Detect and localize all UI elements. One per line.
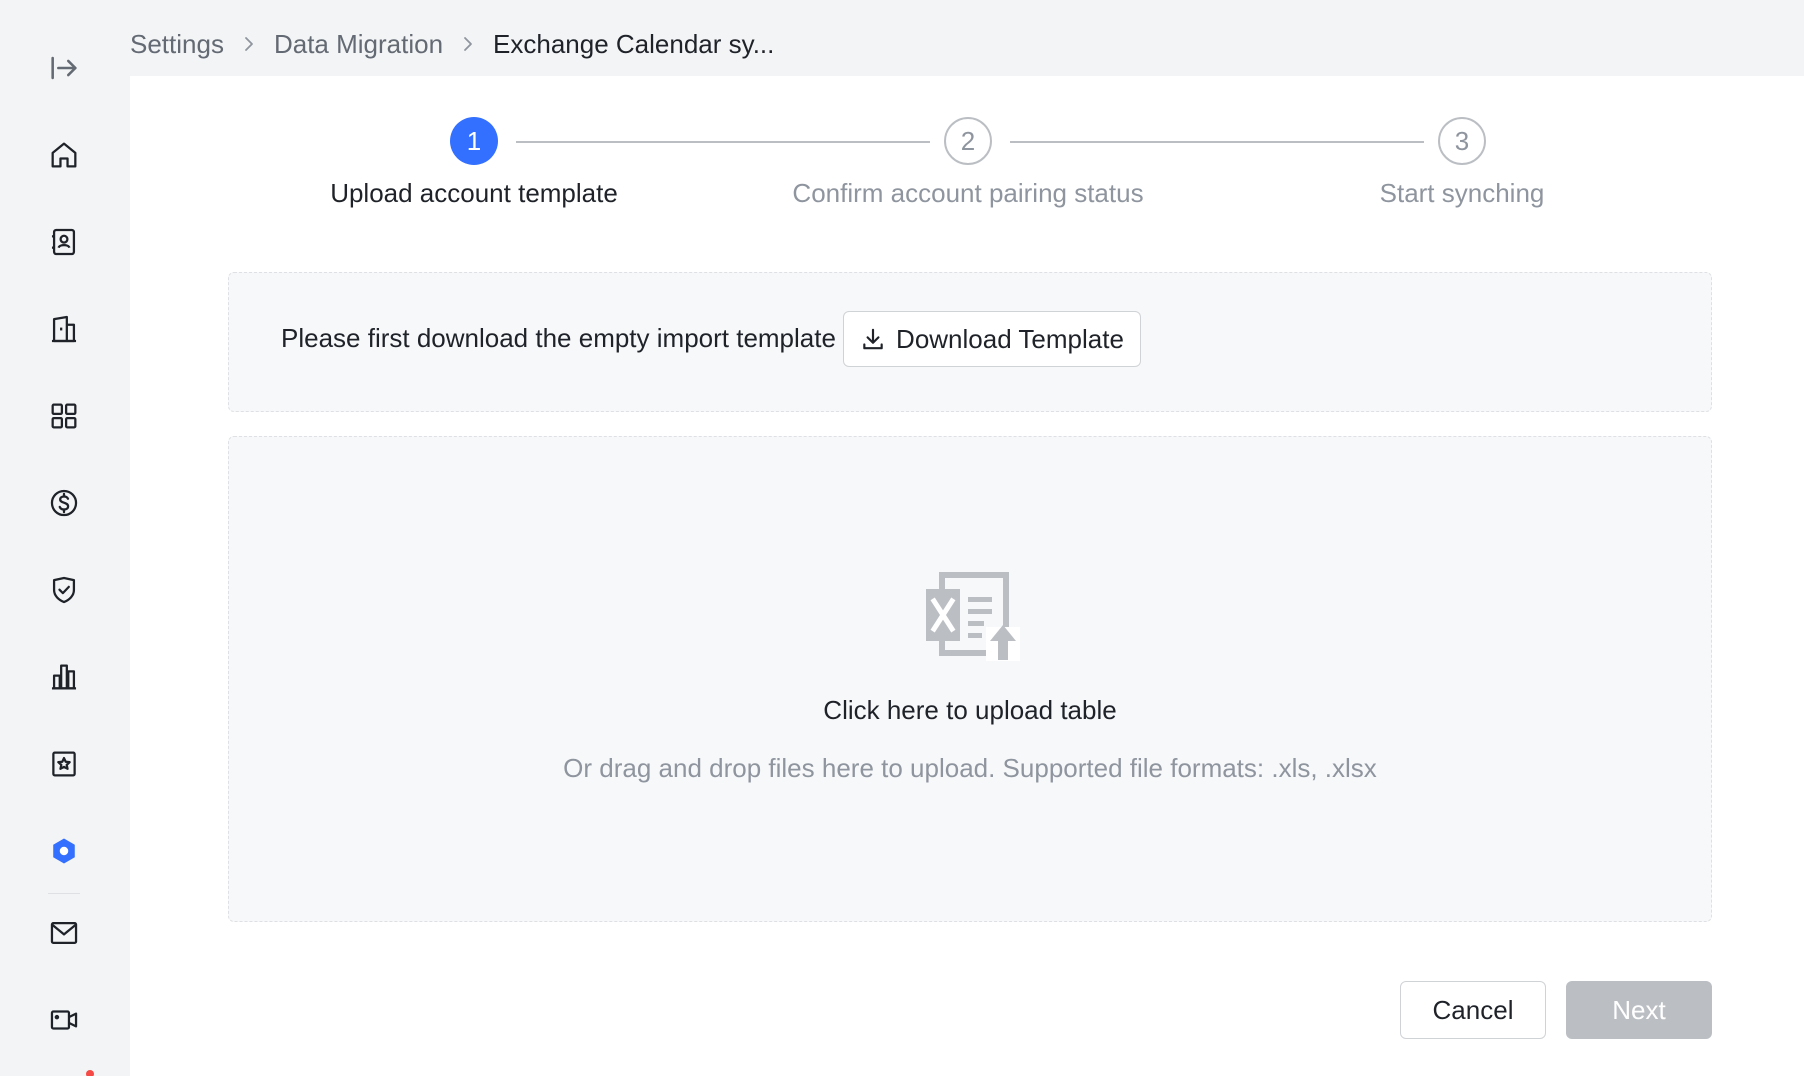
download-icon: [863, 328, 883, 350]
next-button[interactable]: Next: [1566, 981, 1712, 1039]
sidebar-item-organization[interactable]: [38, 303, 90, 355]
chevron-right-icon: [240, 35, 258, 53]
upload-dropzone[interactable]: Click here to upload table Or drag and d…: [228, 436, 1712, 922]
breadcrumb-data-migration[interactable]: Data Migration: [274, 29, 443, 60]
chevron-right-icon: [459, 35, 477, 53]
home-icon: [51, 142, 77, 168]
mail-icon: [50, 921, 78, 945]
step-3-indicator: 3: [1438, 117, 1486, 165]
step-2-label: Confirm account pairing status: [792, 178, 1144, 208]
organization-icon: [51, 315, 77, 343]
step-1-indicator: 1: [450, 117, 498, 165]
download-template-button[interactable]: Download Template: [843, 311, 1141, 367]
sidebar-item-badge[interactable]: [38, 738, 90, 790]
sidebar: [0, 0, 130, 1076]
step-1-label: Upload account template: [330, 178, 618, 208]
download-template-panel: Please first download the empty import t…: [228, 272, 1712, 412]
step-3-label: Start synching: [1379, 178, 1545, 208]
bar-chart-icon: [51, 664, 77, 690]
sidebar-item-video[interactable]: [38, 994, 90, 1046]
step-connector: [1010, 141, 1424, 143]
sidebar-divider: [48, 893, 80, 894]
sidebar-item-analytics[interactable]: [38, 651, 90, 703]
upload-hint: Or drag and drop files here to upload. S…: [563, 753, 1377, 783]
step-2-indicator: 2: [944, 117, 992, 165]
sidebar-item-apps[interactable]: [38, 390, 90, 442]
breadcrumb-current: Exchange Calendar sy...: [493, 28, 775, 59]
sidebar-item-billing[interactable]: [38, 477, 90, 529]
billing-icon: [50, 489, 78, 517]
cancel-button[interactable]: Cancel: [1400, 981, 1546, 1039]
main-panel: 1 2 3 Upload account template Confirm ac…: [130, 76, 1804, 1076]
video-icon: [50, 1010, 78, 1030]
upload-title[interactable]: Click here to upload table: [229, 695, 1711, 726]
hexagon-settings-icon: [53, 838, 75, 864]
expand-sidebar-button[interactable]: [38, 42, 90, 94]
download-prompt: Please first download the empty import t…: [281, 323, 836, 353]
sidebar-item-home[interactable]: [38, 129, 90, 181]
expand-icon: [51, 56, 77, 80]
app-window: Settings Data Migration Exchange Calenda…: [0, 0, 1804, 1076]
sidebar-item-security[interactable]: [38, 564, 90, 616]
sidebar-item-contacts[interactable]: [38, 216, 90, 268]
step-connector: [516, 141, 930, 143]
excel-upload-icon: [926, 572, 1020, 661]
apps-icon: [51, 403, 77, 429]
sidebar-item-settings[interactable]: [38, 825, 90, 877]
breadcrumb-settings[interactable]: Settings: [130, 29, 224, 60]
download-template-label: Download Template: [896, 323, 1124, 354]
sidebar-item-mail[interactable]: [38, 907, 90, 959]
shield-icon: [52, 576, 76, 604]
notification-dot: [86, 1070, 94, 1076]
contacts-icon: [51, 228, 76, 256]
breadcrumb: Settings Data Migration Exchange Calenda…: [130, 22, 774, 66]
star-badge-icon: [52, 751, 76, 777]
